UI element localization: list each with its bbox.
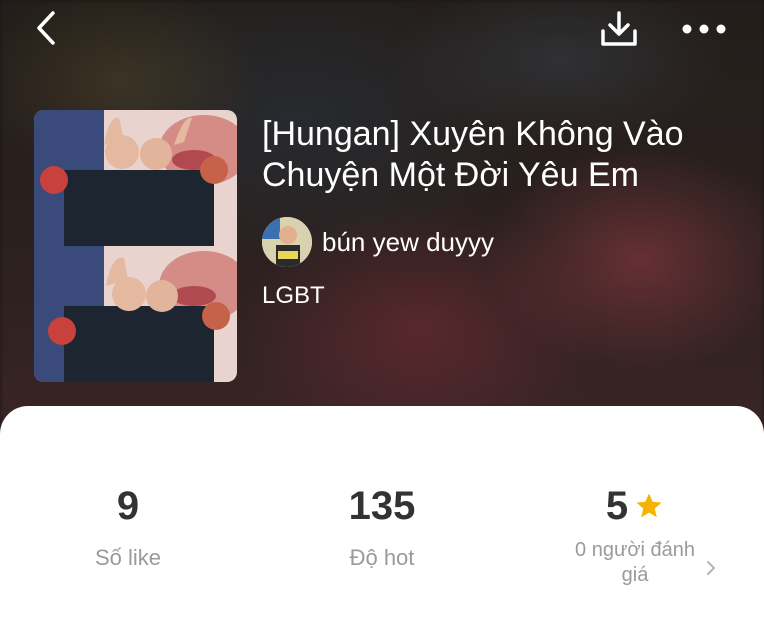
story-title: [Hungan] Xuyên Không Vào Chuyện Một Đời … xyxy=(262,115,684,194)
more-options-button[interactable] xyxy=(680,14,728,44)
star-icon xyxy=(636,493,662,518)
more-horizontal-icon xyxy=(682,24,726,34)
download-button[interactable] xyxy=(596,8,642,50)
author-name: bún yew duyyy xyxy=(322,226,494,257)
likes-count: 9 xyxy=(116,484,140,528)
author-avatar xyxy=(262,217,312,267)
chevron-right-icon xyxy=(707,561,715,575)
hot-label: Độ hot xyxy=(349,545,415,570)
back-button[interactable] xyxy=(28,10,64,46)
rating-detail-chevron[interactable] xyxy=(704,558,718,578)
story-cover-image[interactable] xyxy=(34,110,237,382)
genre-tag[interactable]: LGBT xyxy=(262,282,325,310)
rating-value: 5 xyxy=(605,484,629,528)
top-bar xyxy=(0,0,764,60)
hot-stat: 135 Độ hot xyxy=(312,486,452,572)
likes-stat: 9 Số like xyxy=(68,486,188,572)
cover-photo-top xyxy=(34,110,237,246)
rating-stat[interactable]: 5 0 người đánh giá xyxy=(560,486,710,588)
hot-count: 135 xyxy=(348,484,416,528)
rating-label: 0 người đánh giá xyxy=(575,539,695,586)
download-icon xyxy=(601,11,637,46)
chevron-left-icon xyxy=(37,11,55,45)
author-link[interactable]: bún yew duyyy xyxy=(262,216,494,268)
likes-label: Số like xyxy=(94,545,162,570)
cover-photo-bottom xyxy=(34,246,237,382)
